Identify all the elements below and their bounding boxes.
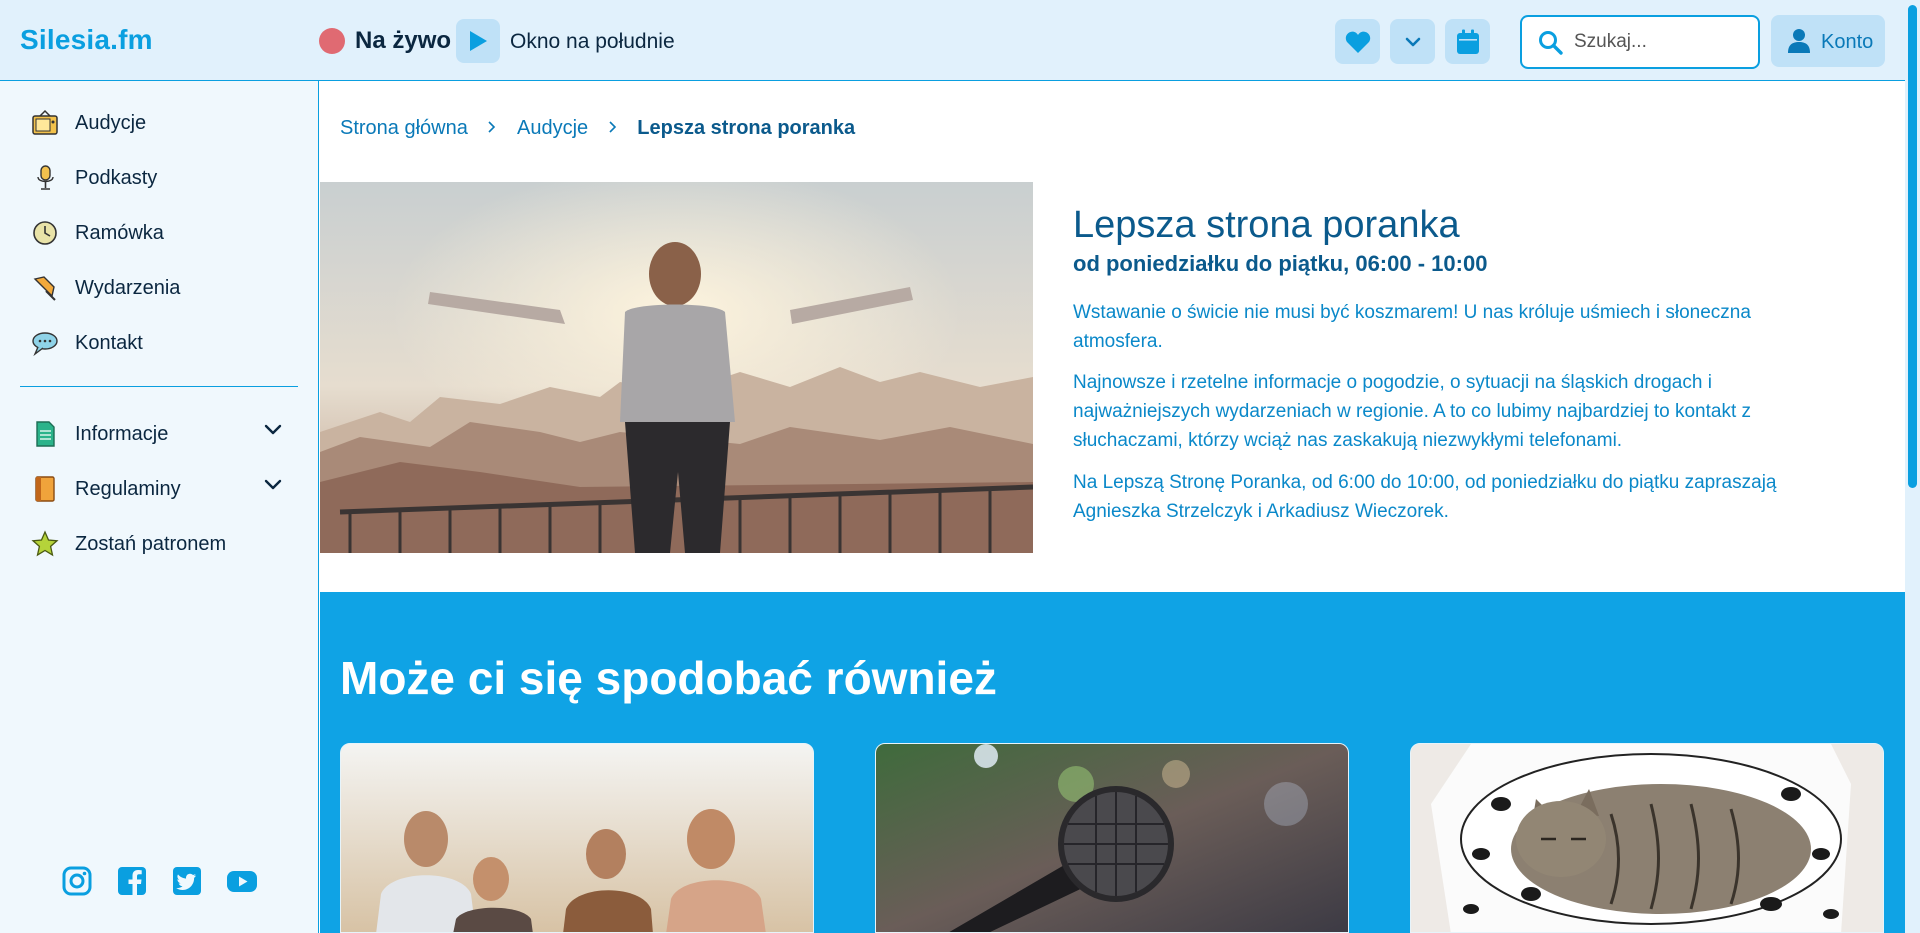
instagram-icon[interactable]: [61, 865, 93, 897]
chevron-right-icon: [608, 117, 618, 140]
sidebar-item-informacje[interactable]: Informacje: [0, 411, 319, 457]
more-button[interactable]: [1390, 19, 1435, 64]
card-image: [1411, 744, 1883, 932]
sidebar-item-patron[interactable]: Zostań patronem: [0, 521, 319, 567]
heart-icon: [1345, 31, 1370, 53]
sidebar-item-label: Audycje: [75, 112, 147, 134]
scrollbar-thumb[interactable]: [1908, 5, 1917, 488]
sidebar-item-label: Informacje: [75, 423, 169, 445]
sidebar-item-podkasty[interactable]: Podkasty: [0, 155, 319, 201]
sidebar-item-kontakt[interactable]: Kontakt: [0, 320, 319, 366]
live-label: Na żywo: [355, 27, 452, 54]
card-image: [876, 744, 1348, 932]
show-hero-image: [320, 182, 1033, 553]
favorite-button[interactable]: [1335, 19, 1380, 64]
sidebar-item-label: Kontakt: [75, 332, 143, 354]
star-icon: [31, 530, 59, 557]
search-box: [1520, 15, 1760, 69]
speech-bubble-icon: [32, 332, 58, 357]
show-description-2: Najnowsze i rzetelne informacje o pogodz…: [1073, 372, 1752, 451]
chevron-down-icon: [264, 424, 282, 435]
sidebar-item-label: Podkasty: [75, 167, 158, 189]
now-playing-title[interactable]: Okno na południe: [510, 30, 675, 54]
card-image: [341, 744, 813, 932]
youtube-icon[interactable]: [226, 865, 258, 897]
twitter-icon[interactable]: [171, 865, 203, 897]
breadcrumb-section-link[interactable]: Audycje: [517, 117, 588, 140]
facebook-icon[interactable]: [116, 865, 148, 897]
account-button[interactable]: Konto: [1771, 15, 1885, 67]
calendar-icon: [1456, 29, 1479, 54]
search-input[interactable]: [1572, 27, 1752, 57]
sidebar-item-ramowka[interactable]: Ramówka: [0, 210, 319, 256]
sidebar-item-regulaminy[interactable]: Regulaminy: [0, 466, 319, 512]
breadcrumb-home-link[interactable]: Strona główna: [340, 117, 468, 140]
sidebar-item-label: Zostań patronem: [75, 533, 227, 555]
play-button[interactable]: [456, 19, 500, 63]
show-title: Lepsza strona poranka: [1073, 204, 1460, 246]
sidebar-item-label: Regulaminy: [75, 478, 181, 500]
sidebar-item-audycje[interactable]: Audycje: [0, 100, 319, 146]
recommendation-card[interactable]: [1410, 743, 1884, 933]
sidebar-divider: [20, 386, 298, 387]
page-scrollbar[interactable]: [1905, 0, 1920, 933]
sidebar: Audycje Podkasty Ramówka Wydarzenia Kont…: [0, 81, 319, 933]
account-label: Konto: [1821, 31, 1874, 53]
brand-logo[interactable]: Silesia.fm: [20, 24, 153, 56]
clock-icon: [33, 221, 57, 245]
sidebar-item-label: Ramówka: [75, 222, 164, 244]
recommendation-card[interactable]: [340, 743, 814, 933]
show-description-3: Na Lepszą Stronę Poranka, od 6:00 do 10:…: [1073, 472, 1777, 522]
pin-icon: [33, 276, 56, 301]
play-icon: [470, 31, 487, 51]
top-header: Silesia.fm Na żywo Okno na południe Kont…: [0, 0, 1905, 81]
book-icon: [35, 476, 55, 502]
search-icon: [1539, 31, 1563, 55]
chevron-down-icon: [1405, 37, 1420, 46]
breadcrumb-current: Lepsza strona poranka: [637, 117, 856, 140]
live-indicator-icon: [319, 28, 345, 54]
show-schedule: od poniedziałku do piątku, 06:00 - 10:00: [1073, 251, 1488, 276]
schedule-button[interactable]: [1445, 19, 1490, 64]
sidebar-item-wydarzenia[interactable]: Wydarzenia: [0, 265, 319, 311]
tv-icon: [32, 109, 58, 135]
chevron-down-icon: [264, 479, 282, 490]
breadcrumb: Strona główna Audycje Lepsza strona pora…: [340, 117, 855, 140]
show-description-1: Wstawanie o świcie nie musi być koszmare…: [1073, 302, 1751, 352]
document-icon: [36, 421, 55, 447]
chevron-right-icon: [487, 117, 497, 140]
user-icon: [1788, 29, 1810, 53]
sidebar-item-label: Wydarzenia: [75, 277, 181, 299]
recommendation-card[interactable]: [875, 743, 1349, 933]
recommendations-title: Może ci się spodobać również: [340, 652, 997, 704]
microphone-icon: [37, 165, 54, 190]
